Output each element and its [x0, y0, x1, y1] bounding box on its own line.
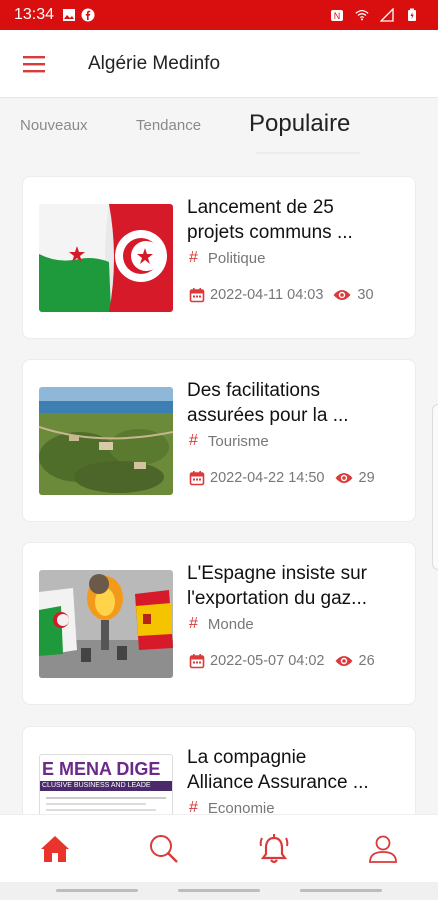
tab-populaire[interactable]: Populaire	[249, 110, 350, 138]
category-label: Tourisme	[207, 432, 269, 450]
back-handle[interactable]	[300, 889, 382, 892]
wifi-icon	[355, 10, 369, 21]
article-title-line: La compagnie	[187, 747, 307, 768]
article-title-line: Alliance Assurance ...	[187, 772, 369, 793]
calendar-icon	[189, 288, 205, 303]
article-title-line: Lancement de 25	[187, 197, 334, 218]
tab-nouveaux[interactable]: Nouveaux	[20, 117, 88, 134]
app-title: Algérie Medinfo	[88, 52, 221, 74]
article-title: L'Espagne insiste sur l'exportation du g…	[187, 561, 403, 611]
article-title-line: l'exportation du gaz...	[187, 588, 368, 609]
article-views: 30	[357, 287, 374, 303]
article-card[interactable]: Lancement de 25 projets communs ... # Po…	[22, 176, 416, 339]
article-title-line: projets communs ...	[187, 222, 353, 243]
hashtag-icon: #	[189, 432, 198, 449]
article-title-line: assurées pour la ...	[187, 405, 349, 426]
views-eye-icon	[333, 290, 351, 300]
article-title-line: Des facilitations	[187, 380, 321, 401]
calendar-icon	[189, 654, 205, 669]
nav-search[interactable]	[110, 815, 220, 882]
views-eye-icon	[335, 656, 352, 666]
calendar-icon	[189, 471, 205, 486]
article-thumbnail	[39, 204, 173, 312]
article-views: 26	[358, 653, 375, 669]
recent-apps-handle[interactable]	[56, 889, 138, 892]
status-bar: 13:34 N	[0, 0, 438, 30]
article-title: La compagnie Alliance Assurance ...	[187, 745, 403, 795]
article-card[interactable]: Des facilitations assurées pour la ... #…	[22, 359, 416, 522]
article-date: 2022-05-07 04:02	[210, 653, 325, 669]
edge-panel-handle[interactable]	[432, 404, 438, 570]
home-icon	[40, 835, 69, 862]
article-title-line: L'Espagne insiste sur	[187, 563, 368, 584]
search-icon	[150, 834, 179, 863]
thumb-line	[46, 809, 156, 811]
article-card[interactable]: L'Espagne insiste sur l'exportation du g…	[22, 542, 416, 705]
nav-profile[interactable]	[329, 815, 438, 882]
battery-icon	[408, 8, 416, 21]
hashtag-icon: #	[189, 249, 198, 266]
views-eye-icon	[335, 473, 352, 483]
tab-tendance[interactable]: Tendance	[136, 117, 201, 134]
article-category: # Tourisme	[189, 432, 269, 450]
hamburger-menu-icon	[23, 55, 45, 72]
system-navigation-bar	[0, 882, 438, 900]
article-title: Des facilitations assurées pour la ...	[187, 378, 403, 428]
category-label: Politique	[207, 249, 266, 267]
article-date: 2022-04-22 14:50	[210, 470, 325, 486]
nav-notifications[interactable]	[219, 815, 329, 882]
article-meta: 2022-04-22 14:50 29	[189, 470, 375, 486]
article-title: Lancement de 25 projets communs ...	[187, 195, 403, 245]
hashtag-icon: #	[189, 615, 198, 632]
status-time: 13:34	[14, 6, 55, 23]
article-thumbnail	[39, 570, 173, 678]
article-views: 29	[358, 470, 375, 486]
signal-icon	[380, 8, 394, 22]
alarm-icon: N	[331, 10, 343, 21]
thumb-headline: E MENA DIGE	[42, 759, 161, 779]
user-icon	[369, 835, 398, 863]
thumb-line	[46, 797, 166, 799]
category-label: Monde	[207, 615, 254, 633]
app-bar: Algérie Medinfo	[0, 30, 438, 98]
article-meta: 2022-04-11 04:03 30	[189, 287, 374, 303]
menu-button[interactable]	[0, 30, 70, 98]
thumb-strapline: CLUSIVE BUSINESS AND LEADE	[40, 781, 172, 791]
nav-home[interactable]	[0, 815, 110, 882]
home-handle[interactable]	[178, 889, 260, 892]
bottom-navigation	[0, 814, 438, 882]
active-tab-indicator	[256, 152, 360, 154]
article-date: 2022-04-11 04:03	[210, 287, 324, 303]
gallery-icon	[63, 9, 76, 21]
article-category: # Politique	[189, 249, 265, 267]
svg-text:N: N	[334, 11, 341, 21]
article-thumbnail	[39, 387, 173, 495]
thumb-strapline-text: CLUSIVE BUSINESS AND LEADE	[42, 782, 151, 789]
feed-tabs: Nouveaux Tendance Populaire	[0, 99, 438, 157]
article-meta: 2022-05-07 04:02 26	[189, 653, 375, 669]
article-category: # Monde	[189, 615, 254, 633]
thumb-line	[46, 803, 146, 805]
facebook-icon	[81, 8, 95, 22]
bell-alarm-icon	[259, 833, 289, 863]
